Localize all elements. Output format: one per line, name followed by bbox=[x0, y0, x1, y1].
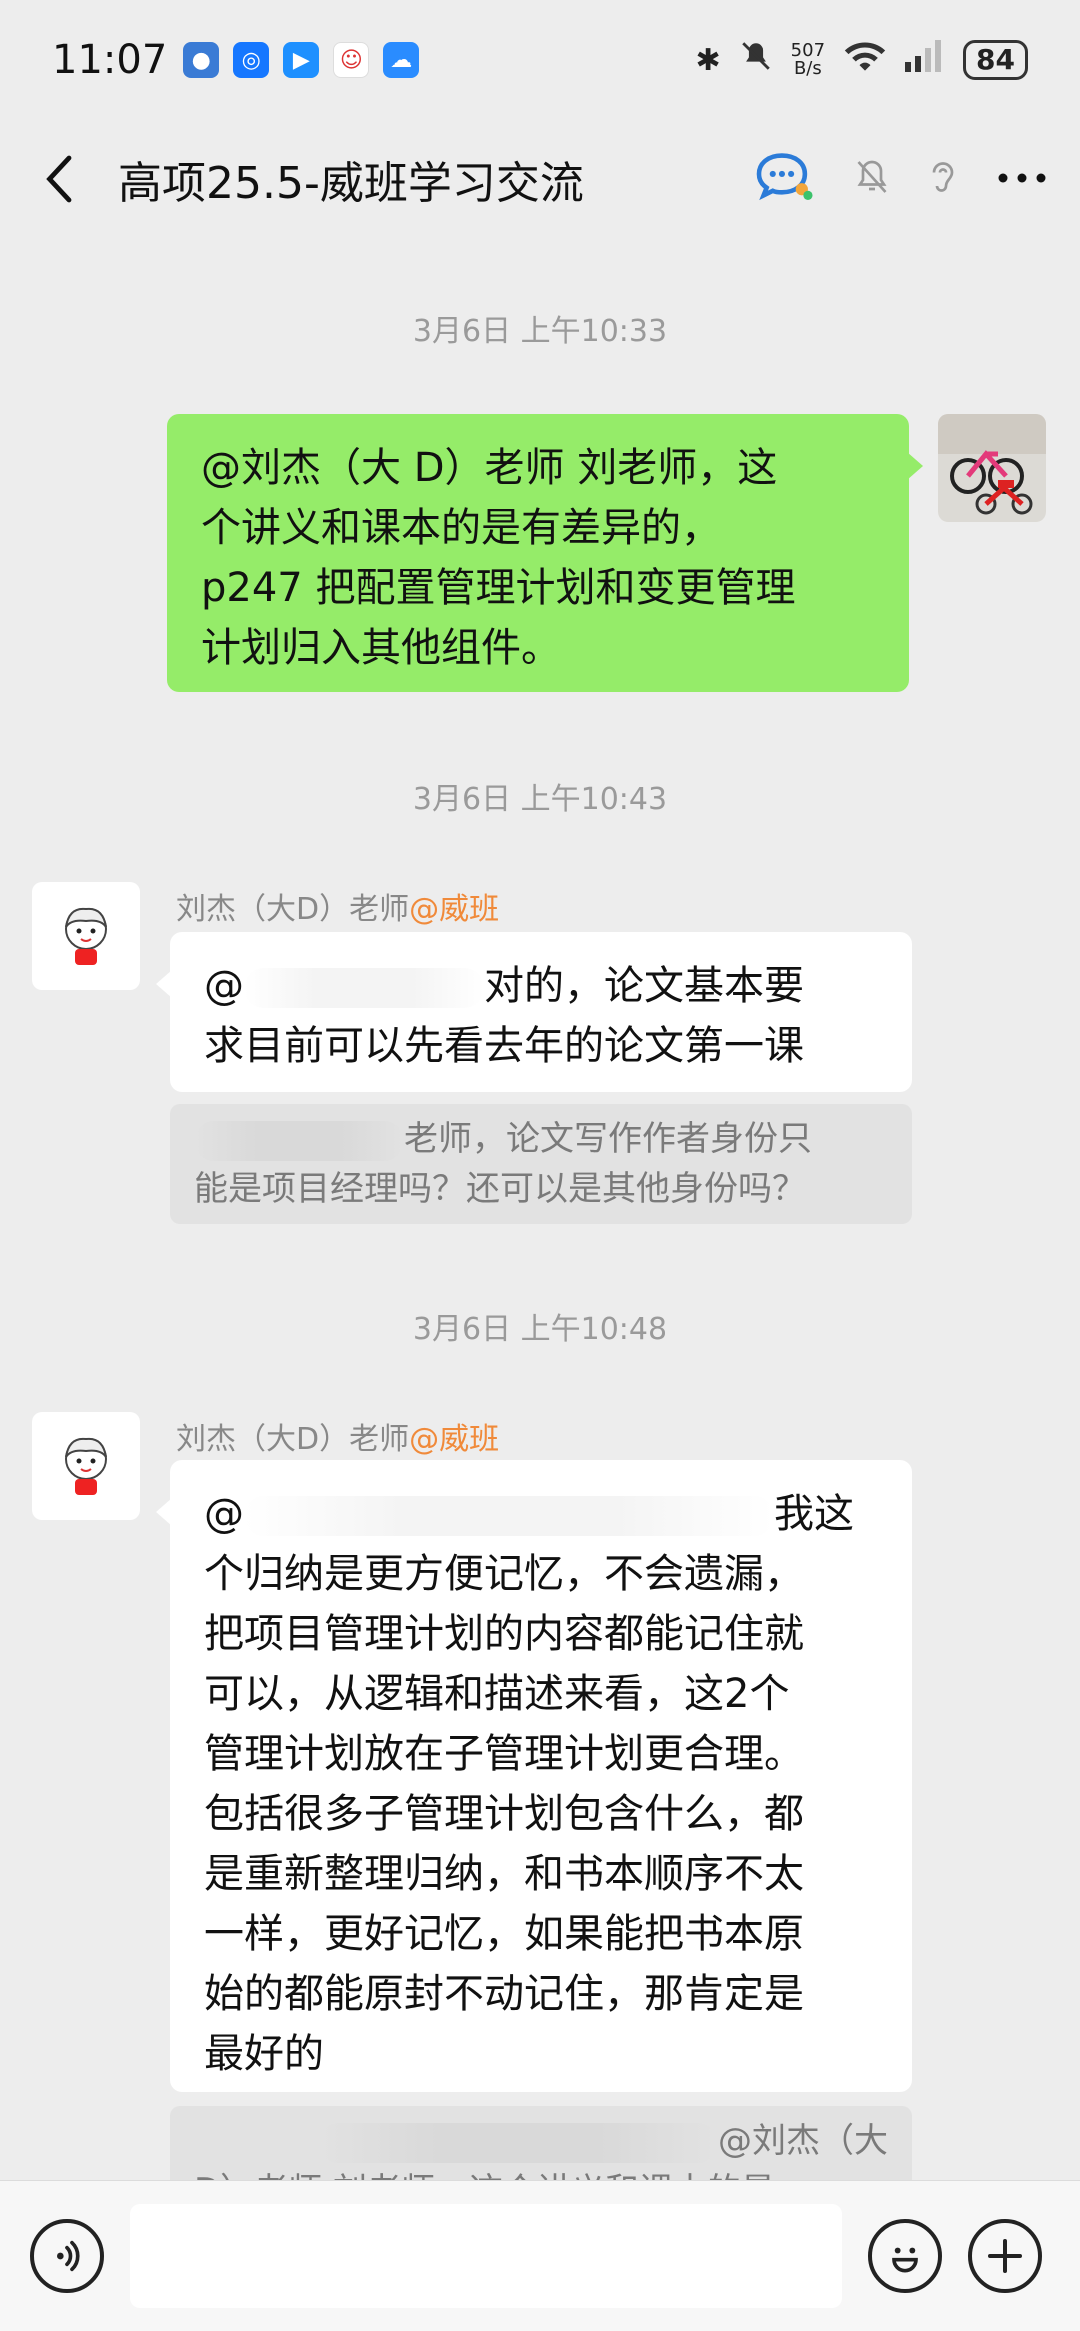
net-speed: 507 B/s bbox=[791, 42, 825, 78]
quote-text: @刘杰（大 bbox=[718, 2121, 888, 2161]
quote-line: 能是项目经理吗？还可以是其他身份吗？ bbox=[194, 1169, 806, 1209]
message-timestamp: 3月6日 上午10:43 bbox=[412, 782, 668, 817]
message-line: 个讲义和课本的是有差异的， bbox=[201, 505, 721, 551]
emoji-icon bbox=[892, 2247, 918, 2273]
cartoon-avatar-icon bbox=[65, 1437, 107, 1495]
net-speed-unit: B/s bbox=[793, 58, 822, 79]
mute-button[interactable] bbox=[854, 157, 890, 201]
add-button[interactable] bbox=[968, 2219, 1042, 2293]
voice-icon bbox=[57, 2240, 80, 2272]
quote-line: D）老师 刘老师，这个讲义和课本的是 bbox=[194, 2166, 888, 2180]
message-line: 管理计划放在子管理计划更合理。 bbox=[204, 1731, 804, 1777]
status-bar: 11:07 ● ◎ ▶ ☺ ☁ ✱ 507 B/s 84 bbox=[0, 0, 1080, 120]
ear-icon bbox=[932, 162, 954, 192]
message-line: @ 我这 bbox=[204, 1484, 878, 1544]
app-notification-icon: ▶ bbox=[283, 42, 320, 78]
quote-text: 老师，论文写作作者身份只 bbox=[404, 1119, 812, 1159]
wifi-icon bbox=[843, 39, 887, 81]
plus-circle-icon bbox=[988, 2239, 1022, 2273]
message-line: @ 对的，论文基本要 bbox=[204, 956, 878, 1016]
more-dots-icon bbox=[998, 173, 1046, 182]
app-notification-icon: ● bbox=[183, 42, 220, 78]
input-bar bbox=[0, 2180, 1080, 2331]
sender-avatar[interactable] bbox=[32, 882, 140, 990]
sender-name: 刘杰（大D）老师 bbox=[176, 892, 410, 927]
message-bubble-incoming[interactable]: @ 我这 个归纳是更方便记忆，不会遗漏， 把项目管理计划的内容都能记住就 可以，从… bbox=[156, 1460, 912, 2092]
redacted-name bbox=[194, 1120, 404, 1161]
app-notification-icon: ☺ bbox=[333, 42, 370, 78]
message-bubble-outgoing[interactable]: @刘杰（大 D）老师 刘老师，这 个讲义和课本的是有差异的， p247 把配置管… bbox=[167, 414, 923, 692]
bluetooth-icon: ✱ bbox=[695, 42, 721, 78]
quoted-message[interactable]: 老师，论文写作作者身份只 能是项目经理吗？还可以是其他身份吗？ bbox=[170, 1104, 912, 1224]
chat-title: 高项25.5-威班学习交流 bbox=[118, 158, 584, 209]
mention-prefix: @ bbox=[204, 963, 244, 1009]
my-avatar[interactable] bbox=[938, 414, 1046, 522]
voice-button[interactable] bbox=[30, 2219, 104, 2293]
earpiece-button[interactable] bbox=[928, 157, 958, 201]
bell-off-icon bbox=[857, 160, 887, 193]
message-line: 最好的 bbox=[204, 2031, 324, 2077]
message-timestamp: 3月6日 上午10:33 bbox=[412, 314, 668, 349]
quoted-message[interactable]: @刘杰（大 D）老师 刘老师，这个讲义和课本的是 bbox=[170, 2106, 912, 2180]
sender-label: 刘杰（大D）老师@威班 bbox=[176, 884, 499, 928]
chat-search-button[interactable] bbox=[754, 151, 816, 207]
redacted-name bbox=[318, 2122, 718, 2163]
message-line: 可以，从逻辑和描述来看，这2个 bbox=[204, 1671, 790, 1717]
redacted-name bbox=[244, 968, 484, 1008]
message-line: 是重新整理归纳，和书本顺序不太 bbox=[204, 1851, 804, 1897]
quote-line: 老师，论文写作作者身份只 bbox=[194, 1114, 888, 1164]
message-line: 包括很多子管理计划包含什么，都 bbox=[204, 1791, 804, 1837]
chevron-left-icon bbox=[46, 155, 72, 203]
sender-tag: @威班 bbox=[409, 892, 500, 927]
message-list[interactable]: 3月6日 上午10:33 @刘杰（大 D）老师 刘老师，这 个讲义和课本的是有差… bbox=[0, 238, 1080, 2180]
sender-tag: @威班 bbox=[409, 1422, 500, 1457]
bicycle-photo-avatar bbox=[938, 414, 1046, 522]
message-line: 把项目管理计划的内容都能记住就 bbox=[204, 1611, 804, 1657]
app-notification-icon: ◎ bbox=[233, 42, 270, 78]
signal-icon bbox=[905, 40, 945, 80]
message-bubble-incoming[interactable]: @ 对的，论文基本要 求目前可以先看去年的论文第一课 bbox=[156, 932, 912, 1092]
more-button[interactable] bbox=[996, 170, 1048, 189]
message-text: 我这 bbox=[774, 1491, 854, 1537]
message-timestamp: 3月6日 上午10:48 bbox=[412, 1312, 668, 1347]
message-line: 计划归入其他组件。 bbox=[201, 625, 561, 671]
notification-icons: ● ◎ ▶ ☺ ☁ bbox=[183, 42, 420, 78]
silent-icon bbox=[739, 39, 773, 81]
redacted-name bbox=[244, 1496, 774, 1536]
message-line: 始的都能原封不动记住，那肯定是 bbox=[204, 1971, 804, 2017]
mention-prefix: @ bbox=[204, 1491, 244, 1537]
app-notification-icon: ☁ bbox=[383, 42, 420, 78]
message-line: p247 把配置管理计划和变更管理 bbox=[201, 565, 796, 611]
battery-indicator: 84 bbox=[963, 40, 1028, 80]
chat-bubble-search-icon bbox=[756, 153, 813, 201]
cartoon-avatar-icon bbox=[65, 907, 107, 965]
sender-avatar[interactable] bbox=[32, 1412, 140, 1520]
chat-header: 高项25.5-威班学习交流 bbox=[0, 120, 1080, 238]
quote-line: @刘杰（大 bbox=[194, 2116, 888, 2166]
status-time: 11:07 bbox=[52, 37, 168, 83]
message-input[interactable] bbox=[130, 2204, 842, 2308]
message-line: @刘杰（大 D）老师 刘老师，这 bbox=[201, 445, 778, 491]
message-line: 一样，更好记忆，如果能把书本原 bbox=[204, 1911, 804, 1957]
emoji-button[interactable] bbox=[868, 2219, 942, 2293]
back-button[interactable] bbox=[32, 151, 88, 207]
sender-label: 刘杰（大D）老师@威班 bbox=[176, 1414, 499, 1458]
sender-name: 刘杰（大D）老师 bbox=[176, 1422, 410, 1457]
message-text: 对的，论文基本要 bbox=[484, 963, 804, 1009]
message-line: 求目前可以先看去年的论文第一课 bbox=[204, 1023, 804, 1069]
message-line: 个归纳是更方便记忆，不会遗漏， bbox=[204, 1551, 804, 1597]
